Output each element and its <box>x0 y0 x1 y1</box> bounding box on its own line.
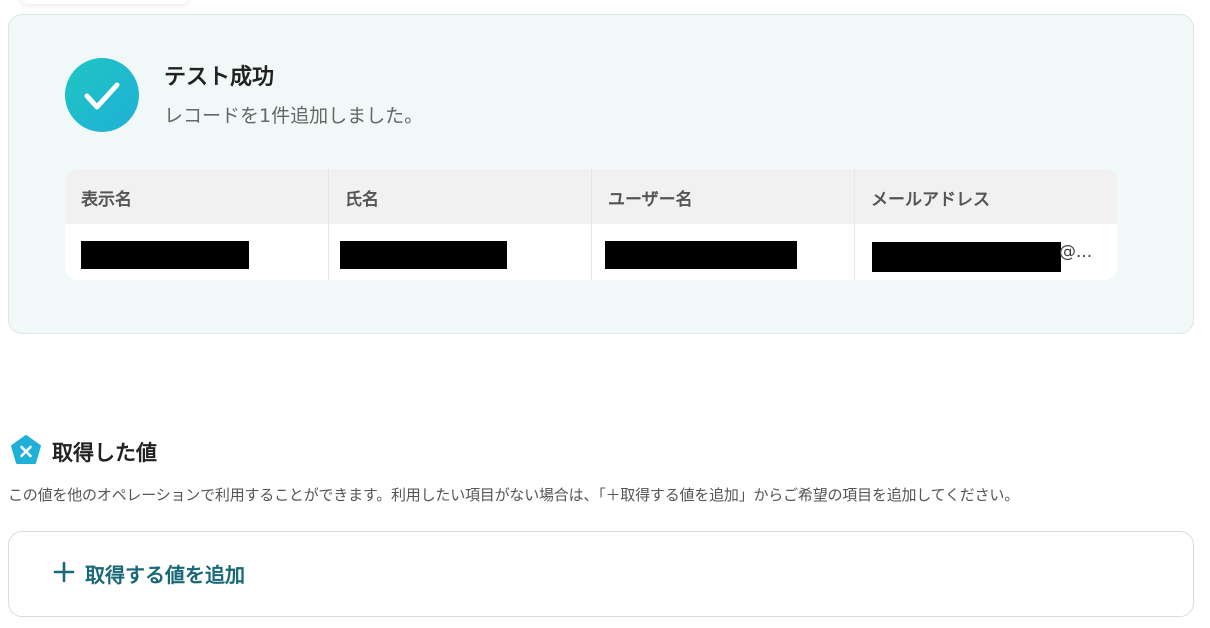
table-cell-email: @... <box>854 224 1117 280</box>
column-header-display-name: 表示名 <box>81 190 132 210</box>
result-title: テスト成功 <box>164 65 275 90</box>
pentagon-x-icon <box>10 434 42 470</box>
email-suffix: @... <box>1059 242 1093 262</box>
column-header-username: ユーザー名 <box>608 190 693 210</box>
previous-card-edge <box>20 0 190 4</box>
table-cell-full-name <box>328 224 591 280</box>
table-header-cell: ユーザー名 <box>591 169 854 224</box>
check-circle-icon <box>65 58 139 132</box>
values-section-title: 取得した値 <box>52 441 157 465</box>
column-header-full-name: 氏名 <box>345 190 379 210</box>
table-cell-display-name <box>65 224 328 280</box>
plus-icon <box>53 561 75 587</box>
table-header-row: 表示名 氏名 ユーザー名 メールアドレス <box>65 169 1117 224</box>
table-cell-username <box>591 224 854 280</box>
values-section-heading: 取得した値 <box>10 434 157 470</box>
result-table: 表示名 氏名 ユーザー名 メールアドレス @... <box>65 169 1117 280</box>
redacted-value <box>81 241 249 269</box>
test-result-card: テスト成功 レコードを1件追加しました。 表示名 氏名 ユーザー名 メールアドレ… <box>8 14 1194 334</box>
values-section-description: この値を他のオペレーションで利用することができます。利用したい項目がない場合は、… <box>8 486 1020 504</box>
add-value-button-label: 取得する値を追加 <box>85 563 245 587</box>
table-header-cell: メールアドレス <box>854 169 1117 224</box>
add-value-card: 取得する値を追加 <box>8 531 1194 617</box>
table-row: @... <box>65 224 1117 280</box>
add-value-button[interactable]: 取得する値を追加 <box>53 559 245 588</box>
table-header-cell: 表示名 <box>65 169 328 224</box>
redacted-value <box>605 241 797 269</box>
redacted-value <box>340 241 507 269</box>
result-message: レコードを1件追加しました。 <box>164 105 424 127</box>
redacted-value <box>872 242 1061 272</box>
column-header-email: メールアドレス <box>871 190 990 210</box>
table-header-cell: 氏名 <box>328 169 591 224</box>
